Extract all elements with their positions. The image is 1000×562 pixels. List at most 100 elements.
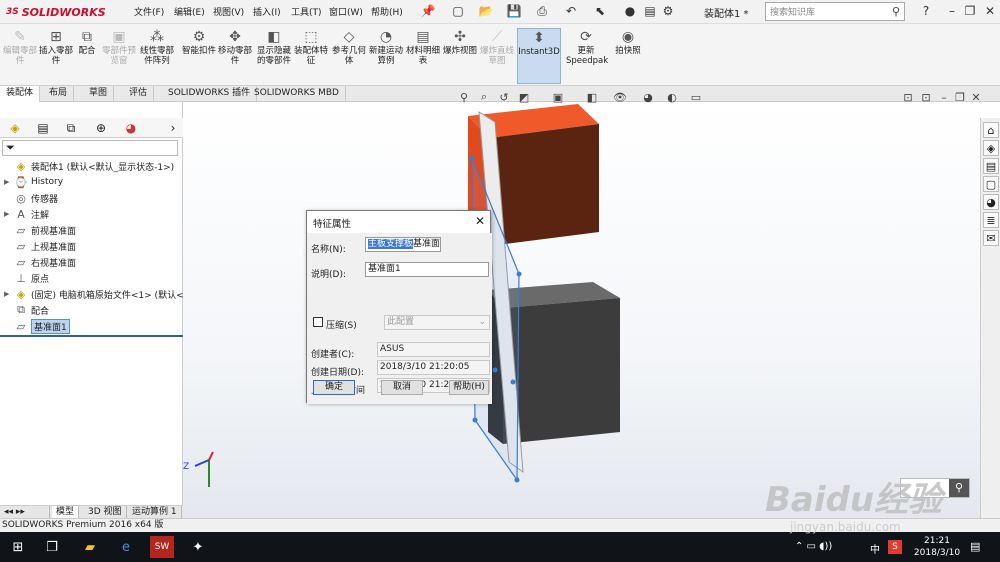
section-view-icon[interactable]: ◩ bbox=[516, 90, 532, 104]
cmd-update-speedpak[interactable]: ⟳ 更新Speedpak bbox=[566, 28, 608, 66]
tab-sketch[interactable]: 草图 bbox=[83, 86, 115, 102]
cmd-explode-line[interactable]: ⟋ 爆炸直线草图 bbox=[478, 28, 516, 66]
viewport-prev-icon[interactable]: ⊡ bbox=[900, 90, 916, 104]
tree-item-mates[interactable]: ⧉ 配合 bbox=[4, 302, 49, 318]
task-view-icon[interactable]: ❐ bbox=[40, 536, 64, 558]
file-explorer-icon[interactable]: ▰ bbox=[78, 536, 102, 558]
edge-icon[interactable]: e bbox=[114, 536, 138, 558]
pin-icon[interactable]: 📌 bbox=[420, 3, 436, 19]
search-icon[interactable]: ⚲ bbox=[949, 479, 969, 497]
tree-item-sensors[interactable]: ◎ 传感器 bbox=[4, 190, 58, 206]
cmd-edit-component[interactable]: ✎ 编辑零部件 bbox=[1, 28, 39, 66]
tab-evaluate[interactable]: 评估 bbox=[123, 86, 155, 102]
graphics-area[interactable]: Z bbox=[183, 102, 980, 518]
description-field[interactable]: 基准面1 bbox=[365, 262, 489, 277]
menu-edit[interactable]: 编辑(E) bbox=[174, 5, 205, 18]
cancel-button[interactable]: 取消 bbox=[381, 380, 423, 395]
menu-view[interactable]: 视图(V) bbox=[213, 5, 244, 18]
viewport-close-icon[interactable]: ✕ bbox=[968, 90, 984, 104]
notification-icon[interactable]: ▤ bbox=[970, 540, 980, 553]
property-manager-icon[interactable]: ▤ bbox=[34, 120, 52, 136]
menu-help[interactable]: 帮助(H) bbox=[371, 5, 403, 18]
windows-start-icon[interactable]: ⊞ bbox=[6, 536, 30, 558]
cmd-reference-geometry[interactable]: ◇ 参考几何体 bbox=[330, 28, 368, 66]
tab-mbd[interactable]: SOLIDWORKS MBD bbox=[248, 86, 346, 102]
file-explorer-icon[interactable]: ▢ bbox=[983, 176, 999, 192]
3d-content-icon[interactable]: ◈ bbox=[983, 140, 999, 156]
configuration-manager-icon[interactable]: ⧉ bbox=[62, 120, 80, 136]
tree-item-assembly[interactable]: ◈ 装配体1 (默认<默认_显示状态-1>) bbox=[4, 158, 174, 174]
view-orientation-icon[interactable]: ▣ bbox=[550, 90, 566, 104]
restore-icon[interactable]: ❐ bbox=[962, 3, 978, 19]
ok-button[interactable]: 确定 bbox=[313, 380, 355, 395]
configuration-select[interactable]: 此配置 ⌄ bbox=[384, 315, 490, 330]
feature-tree-icon[interactable]: ◈ bbox=[6, 120, 24, 136]
cmd-smart-fastener[interactable]: ⚙ 智能扣件 bbox=[180, 28, 218, 56]
cmd-assembly-feature[interactable]: ⬚ 装配体特征 bbox=[292, 28, 330, 66]
cmd-bom[interactable]: ▤ 材料明细表 bbox=[404, 28, 442, 66]
solidworks-task-icon[interactable]: SW bbox=[150, 536, 174, 558]
display-manager-icon[interactable]: ◕ bbox=[122, 120, 140, 136]
tree-item-front-plane[interactable]: ▱ 前视基准面 bbox=[4, 222, 76, 238]
rollback-bar[interactable] bbox=[0, 335, 183, 337]
display-style-icon[interactable]: ◧ bbox=[584, 90, 600, 104]
home-icon[interactable]: ⌂ bbox=[983, 122, 999, 138]
viewport-next-icon[interactable]: ⊡ bbox=[918, 90, 934, 104]
ime-indicator[interactable]: 中 bbox=[870, 541, 880, 556]
tab-assembly[interactable]: 装配体 bbox=[0, 86, 41, 102]
open-icon[interactable]: 📂 bbox=[478, 3, 494, 19]
minimize-icon[interactable]: – bbox=[944, 3, 960, 19]
view-settings-icon[interactable]: ▭ bbox=[688, 90, 704, 104]
design-library-icon[interactable]: ▤ bbox=[983, 158, 999, 174]
tab-addins[interactable]: SOLIDWORKS 插件 bbox=[162, 86, 258, 102]
hide-show-icon[interactable]: 👁 bbox=[612, 90, 628, 104]
close-icon[interactable]: ✕ bbox=[475, 214, 487, 228]
zoom-fit-icon[interactable]: ⚲ bbox=[456, 90, 472, 104]
help-icon[interactable]: ? bbox=[918, 3, 934, 19]
app-task-icon[interactable]: ✦ bbox=[186, 536, 210, 558]
menu-window[interactable]: 窗口(W) bbox=[329, 5, 363, 18]
suppress-checkbox[interactable] bbox=[313, 317, 323, 327]
viewport-restore-icon[interactable]: ❐ bbox=[952, 90, 968, 104]
tree-item-top-plane[interactable]: ▱ 上视基准面 bbox=[4, 238, 76, 254]
tab-layout[interactable]: 布局 bbox=[43, 86, 75, 102]
tree-item-right-plane[interactable]: ▱ 右视基准面 bbox=[4, 254, 76, 270]
clock[interactable]: 21:21 2018/3/10 bbox=[912, 535, 962, 559]
chevron-right-icon[interactable]: › bbox=[164, 120, 182, 136]
tray-icons[interactable]: ⌃ ▭ ◖)) bbox=[795, 541, 832, 552]
previous-view-icon[interactable]: ↺ bbox=[496, 90, 512, 104]
cmd-show-hidden[interactable]: ◧ 显示隐藏的零部件 bbox=[255, 28, 293, 66]
forum-icon[interactable]: ✉ bbox=[983, 230, 999, 246]
cmd-component-preview[interactable]: ▣ 零部件预览窗 bbox=[100, 28, 138, 66]
name-field[interactable]: 主板支撑板基准面 bbox=[365, 237, 441, 252]
cmd-instant3d[interactable]: ⬍ Instant3D bbox=[517, 28, 561, 84]
search-icon[interactable]: ⚲ bbox=[892, 5, 900, 18]
tree-item-part[interactable]: ▶ ◈ (固定) 电脑机箱原始文件<1> (默认< bbox=[4, 286, 184, 302]
menu-insert[interactable]: 插入(I) bbox=[253, 5, 281, 18]
appearances-icon[interactable]: ◕ bbox=[983, 194, 999, 210]
tree-item-annotations[interactable]: ▶ A 注解 bbox=[4, 206, 49, 222]
print-icon[interactable]: ⎙ bbox=[534, 3, 550, 19]
file-properties-icon[interactable]: ▤ bbox=[642, 3, 658, 19]
scene-icon[interactable]: ◐ bbox=[664, 90, 680, 104]
menu-tools[interactable]: 工具(T) bbox=[291, 5, 322, 18]
dimxpert-icon[interactable]: ⊕ bbox=[92, 120, 110, 136]
menu-file[interactable]: 文件(F) bbox=[134, 5, 164, 18]
appearance-icon[interactable]: ◕ bbox=[640, 90, 656, 104]
cmd-exploded-view[interactable]: ✣ 爆炸视图 bbox=[441, 28, 479, 56]
search-input[interactable]: 搜索知识库 ⚲ bbox=[765, 2, 905, 21]
custom-properties-icon[interactable]: ≣ bbox=[983, 212, 999, 228]
save-icon[interactable]: 💾 bbox=[506, 3, 522, 19]
traffic-light-icon[interactable]: ● bbox=[622, 3, 638, 19]
new-icon[interactable]: ▢ bbox=[450, 3, 466, 19]
tree-item-history[interactable]: ▶ ⌚ History bbox=[4, 174, 63, 190]
options-icon[interactable]: ⚙ bbox=[660, 3, 676, 19]
select-icon[interactable]: ⬉ bbox=[592, 3, 608, 19]
viewport-minimize-icon[interactable]: – bbox=[936, 90, 952, 104]
close-icon[interactable]: ✕ bbox=[982, 3, 998, 19]
cmd-motion-study[interactable]: ◔ 新建运动算例 bbox=[367, 28, 405, 66]
cmd-linear-pattern[interactable]: ⁂ 线性零部件阵列 bbox=[138, 28, 176, 66]
tree-item-plane1[interactable]: ▱ 基准面1 bbox=[4, 318, 70, 334]
tree-item-origin[interactable]: ⊥ 原点 bbox=[4, 270, 49, 286]
undo-icon[interactable]: ↶ bbox=[563, 3, 579, 19]
